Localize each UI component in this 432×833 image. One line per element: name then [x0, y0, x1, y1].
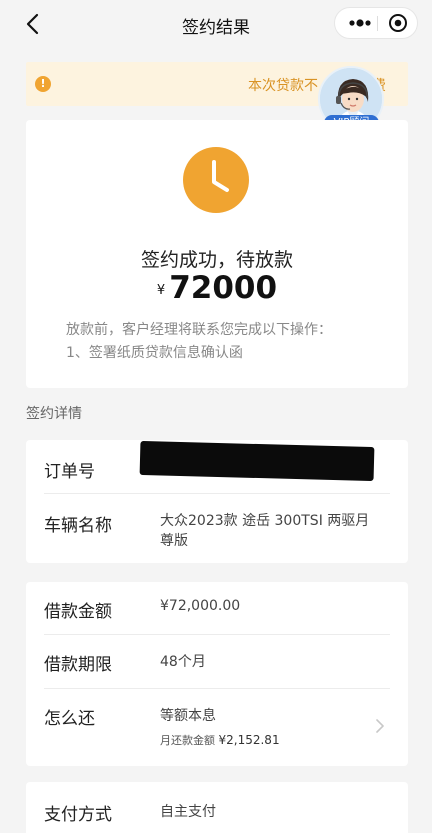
monthly-payment: 月还款金额 ¥2,152.81: [160, 732, 280, 748]
loan-term-value: 48个月: [160, 654, 206, 670]
loan-amount-label: 借款金额: [44, 602, 112, 622]
vehicle-value: 大众2023款 途岳 300TSI 两驱月尊版: [160, 513, 370, 549]
repay-method-value[interactable]: 等额本息: [160, 705, 216, 725]
order-label: 订单号: [44, 462, 95, 482]
capsule-divider: [377, 16, 378, 31]
monthly-payment-label: 月还款金额: [160, 734, 215, 747]
currency-symbol: ¥: [156, 283, 166, 298]
clock-icon: [183, 147, 249, 213]
repay-label: 怎么还: [44, 709, 95, 729]
result-card: 签约成功，待放款 ¥72000 放款前，客户经理将联系您完成以下操作： 1、签署…: [26, 120, 408, 388]
divider: [44, 634, 390, 635]
redacted-order-number: [139, 440, 375, 482]
monthly-payment-value: ¥2,152.81: [218, 733, 280, 747]
tip-line: 1、签署纸质贷款信息确认函: [66, 345, 243, 361]
target-circle-icon[interactable]: [381, 8, 415, 38]
more-dots-icon[interactable]: [343, 8, 377, 38]
payment-method-label: 支付方式: [44, 805, 112, 825]
divider: [44, 688, 390, 689]
loan-amount-value: ¥72,000.00: [160, 598, 241, 614]
result-amount: ¥72000: [26, 270, 408, 306]
loan-term-label: 借款期限: [44, 655, 112, 675]
result-status: 签约成功，待放款: [140, 249, 293, 271]
section-label: 签约详情: [26, 406, 82, 422]
divider: [44, 493, 390, 494]
chevron-right-icon[interactable]: [374, 717, 386, 735]
result-tip: 放款前，客户经理将联系您完成以下操作： 1、签署纸质贷款信息确认函: [66, 319, 386, 365]
payment-method-value: 自主支付: [160, 804, 216, 820]
mini-program-capsule: [334, 7, 418, 39]
nav-bar: 签约结果: [0, 0, 432, 48]
order-card: 订单号 车辆名称 大众2023款 途岳 300TSI 两驱月尊版: [26, 440, 408, 563]
exclamation-icon: !: [35, 76, 51, 92]
vehicle-label: 车辆名称: [44, 516, 112, 536]
amount-value: 72000: [169, 270, 278, 306]
loan-card: 借款金额 ¥72,000.00 借款期限 48个月 怎么还 等额本息 月还款金额…: [26, 582, 408, 766]
payment-card: 支付方式 自主支付: [26, 782, 408, 833]
tip-line: 放款前，客户经理将联系您完成以下操作：: [66, 322, 332, 338]
